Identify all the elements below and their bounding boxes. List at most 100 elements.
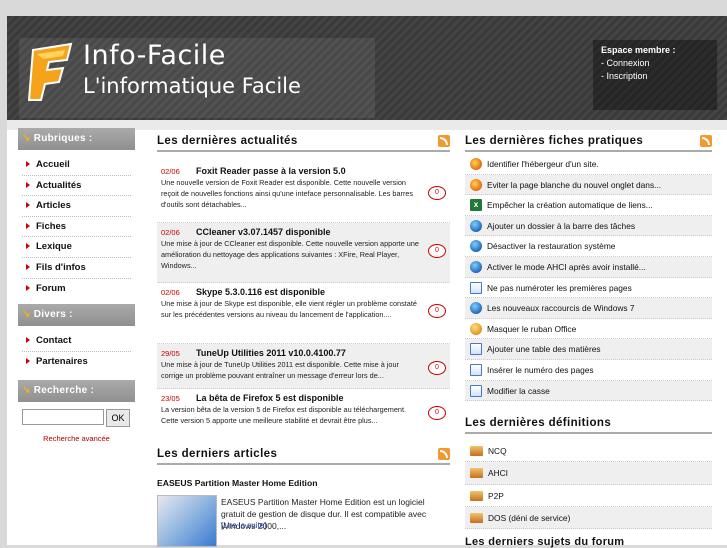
search-ok-button[interactable]: OK bbox=[106, 409, 130, 428]
news-desc: Une mise à jour de TuneUp Utilities 2011… bbox=[161, 360, 399, 380]
fiche-item[interactable]: Activer le mode AHCI après avoir install… bbox=[465, 256, 712, 278]
news-title-link[interactable]: TuneUp Utilities 2011 v10.0.4100.77 bbox=[161, 348, 447, 358]
news-section-title: Les dernières actualités bbox=[157, 130, 450, 152]
firefox-icon bbox=[470, 178, 482, 191]
bullet-icon bbox=[26, 222, 30, 229]
definition-label: P2P bbox=[488, 490, 504, 501]
fiche-item[interactable]: Identifier l'hébergeur d'un site. bbox=[465, 154, 712, 175]
fiche-item[interactable]: x Empêcher la création automatique de lie… bbox=[465, 195, 712, 216]
comment-count-icon[interactable]: 0 bbox=[428, 406, 446, 420]
signup-link[interactable]: - Inscription bbox=[601, 70, 709, 83]
fiche-label: Désactiver la restauration système bbox=[487, 241, 616, 252]
sidebar-item-label: Fils d'infos bbox=[36, 261, 86, 273]
bullet-icon bbox=[26, 181, 30, 188]
divers-menu: Contact Partenaires bbox=[18, 326, 135, 377]
definitions-section-title: Les dernières définitions bbox=[465, 412, 712, 434]
news-title-link[interactable]: La bêta de Firefox 5 est disponible bbox=[161, 393, 447, 403]
book-icon bbox=[470, 490, 483, 501]
arrow-icon: ↘ bbox=[22, 385, 31, 397]
news-item[interactable]: 02/06 Skype 5.3.0.116 est disponible Une… bbox=[157, 283, 450, 344]
fiche-item[interactable]: Eviter la page blanche du nouvel onglet … bbox=[465, 174, 712, 196]
windows-icon bbox=[470, 240, 482, 253]
fiche-label: Ajouter une table des matières bbox=[487, 344, 601, 355]
fiches-section-title: Les dernières fiches pratiques bbox=[465, 130, 712, 152]
definitions-title: Les dernières définitions bbox=[465, 417, 612, 429]
news-title-link[interactable]: Foxit Reader passe à la version 5.0 bbox=[161, 166, 447, 176]
news-title-link[interactable]: CCleaner v3.07.1457 disponible bbox=[161, 227, 447, 237]
sidebar-item-forum[interactable]: Forum bbox=[22, 279, 131, 300]
fiche-label: Activer le mode AHCI après avoir install… bbox=[487, 261, 646, 272]
fiches-list: Identifier l'hébergeur d'un site. Eviter… bbox=[465, 154, 712, 402]
office-icon bbox=[470, 322, 482, 335]
rubriques-header: ↘ Rubriques : bbox=[18, 128, 135, 150]
bullet-icon bbox=[26, 284, 30, 291]
sidebar-item-fiches[interactable]: Fiches bbox=[22, 217, 131, 238]
logo-icon[interactable] bbox=[27, 40, 79, 104]
definition-label: NCQ bbox=[488, 446, 507, 456]
definition-label: AHCI bbox=[488, 468, 509, 479]
news-item[interactable]: 23/05 La bêta de Firefox 5 est disponibl… bbox=[157, 389, 450, 433]
article-title-link[interactable]: EASEUS Partition Master Home Edition bbox=[157, 478, 317, 488]
rubriques-title: Rubriques : bbox=[33, 133, 93, 144]
search-form: OK bbox=[18, 402, 135, 430]
comment-count-icon[interactable]: 0 bbox=[428, 361, 446, 375]
definition-item[interactable]: NCQ bbox=[465, 440, 712, 463]
definition-item[interactable]: P2P bbox=[465, 485, 712, 507]
read-more-link[interactable]: [Lire la suite] bbox=[221, 521, 266, 530]
rss-icon[interactable] bbox=[438, 448, 450, 460]
fiche-item[interactable]: Insérer le numéro des pages bbox=[465, 360, 712, 381]
fiche-item[interactable]: Ajouter une table des matières bbox=[465, 339, 712, 360]
rss-icon[interactable] bbox=[438, 135, 450, 147]
word-icon bbox=[470, 343, 482, 356]
fiche-label: Modifier la casse bbox=[487, 385, 550, 396]
news-item[interactable]: 02/06 CCleaner v3.07.1457 disponible Une… bbox=[157, 223, 450, 283]
news-date: 02/06 bbox=[161, 288, 180, 297]
sidebar-item-label: Fiches bbox=[36, 220, 67, 232]
arrow-icon: ↘ bbox=[22, 133, 31, 144]
news-desc: La version bêta de la version 5 de Firef… bbox=[161, 405, 406, 425]
fiche-item[interactable]: Ne pas numéroter les premières pages bbox=[465, 278, 712, 299]
bullet-icon bbox=[26, 263, 30, 270]
sidebar-item-fils-infos[interactable]: Fils d'infos bbox=[22, 258, 131, 279]
word-icon bbox=[470, 363, 482, 376]
fiche-label: Identifier l'hébergeur d'un site. bbox=[487, 159, 599, 169]
article-thumbnail[interactable] bbox=[157, 495, 217, 547]
fiche-item[interactable]: Modifier la casse bbox=[465, 380, 712, 402]
news-date: 29/05 bbox=[161, 349, 180, 358]
sidebar-item-articles[interactable]: Articles bbox=[22, 196, 131, 217]
sidebar-item-label: Accueil bbox=[36, 159, 70, 170]
book-icon bbox=[470, 446, 483, 456]
sidebar-item-accueil[interactable]: Accueil bbox=[22, 155, 131, 176]
comment-count-icon[interactable]: 0 bbox=[428, 186, 446, 200]
comment-count-icon[interactable]: 0 bbox=[428, 244, 446, 258]
news-item[interactable]: 29/05 TuneUp Utilities 2011 v10.0.4100.7… bbox=[157, 344, 450, 389]
definition-item[interactable]: AHCI bbox=[465, 462, 712, 485]
search-input[interactable] bbox=[22, 409, 104, 426]
arrow-icon: ↘ bbox=[22, 309, 31, 321]
fiche-item[interactable]: Les nouveaux raccourcis de Windows 7 bbox=[465, 298, 712, 319]
bullet-icon bbox=[26, 243, 30, 250]
fiche-item[interactable]: Désactiver la restauration système bbox=[465, 236, 712, 257]
news-item[interactable]: 02/06 Foxit Reader passe à la version 5.… bbox=[157, 162, 450, 223]
comment-count-icon[interactable]: 0 bbox=[428, 304, 446, 318]
fiche-item[interactable]: Ajouter un dossier à la barre des tâches bbox=[465, 215, 712, 237]
fiche-item[interactable]: Masquer le ruban Office bbox=[465, 319, 712, 340]
sidebar-item-actualites[interactable]: Actualités bbox=[22, 176, 131, 197]
advanced-search-link[interactable]: Recherche avancée bbox=[18, 434, 135, 443]
definition-item[interactable]: DOS (déni de service) bbox=[465, 506, 712, 530]
sidebar-item-partenaires[interactable]: Partenaires bbox=[22, 352, 131, 373]
fiche-label: Les nouveaux raccourcis de Windows 7 bbox=[487, 303, 635, 314]
rss-icon[interactable] bbox=[700, 135, 712, 147]
sidebar-item-contact[interactable]: Contact bbox=[22, 331, 131, 352]
forum-section-title: Les derniers sujets du forum bbox=[465, 536, 625, 548]
login-link[interactable]: - Connexion bbox=[601, 57, 709, 70]
book-icon bbox=[470, 512, 483, 523]
brand-name[interactable]: Info-Facile bbox=[83, 40, 226, 71]
news-date: 02/06 bbox=[161, 167, 180, 176]
definitions-list: NCQ AHCI P2P DOS (déni de service) bbox=[465, 440, 712, 530]
windows-icon bbox=[470, 219, 482, 232]
news-title-link[interactable]: Skype 5.3.0.116 est disponible bbox=[161, 287, 447, 297]
sidebar-item-lexique[interactable]: Lexique bbox=[22, 237, 131, 258]
sidebar-item-label: Lexique bbox=[36, 241, 72, 253]
member-title: Espace membre : bbox=[601, 45, 676, 55]
